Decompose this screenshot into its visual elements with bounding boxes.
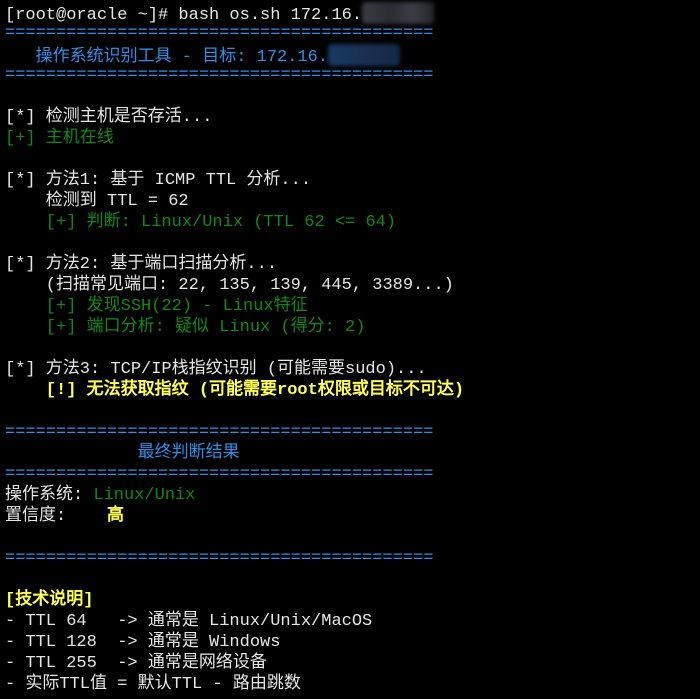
terminal-line: [+] 发现SSH(22) - Linux特征 — [5, 296, 464, 317]
terminal-line: [*] 方法1: 基于 ICMP TTL 分析... — [5, 170, 464, 191]
terminal-text: Linux/Unix — [93, 486, 196, 505]
terminal-text: ========================================… — [5, 549, 434, 568]
terminal-text: [技术说明] — [5, 591, 94, 610]
terminal-text: 置信度: — [5, 507, 108, 526]
terminal-line: [*] 方法3: TCP/IP栈指纹识别 (可能需要sudo)... — [5, 359, 464, 380]
terminal-line: 最终判断结果 — [5, 443, 464, 464]
terminal-text: ========================================… — [5, 465, 434, 484]
terminal-line: ========================================… — [5, 65, 464, 86]
terminal-text: 操作系统: — [5, 486, 94, 505]
terminal-line: - TTL 128 -> 通常是 Windows — [5, 632, 464, 653]
terminal-text: (扫描常见端口: 22, 135, 139, 445, 3389...) — [5, 276, 454, 295]
terminal-text: [*] 方法3: TCP/IP栈指纹识别 (可能需要sudo)... — [5, 360, 427, 379]
terminal-text: [+] 端口分析: 疑似 Linux (得分: 2) — [5, 318, 366, 337]
terminal-line: [root@oracle ~]# bash os.sh 172.16. — [5, 2, 464, 25]
terminal-line: 检测到 TTL = 62 — [5, 191, 464, 212]
terminal-text: - TTL 128 -> 通常是 Windows — [5, 633, 281, 652]
terminal-text: ========================================… — [5, 423, 434, 442]
terminal-line: ========================================… — [5, 422, 464, 443]
redacted-ip-block — [328, 44, 401, 66]
terminal-line: ========================================… — [5, 23, 464, 44]
terminal-line: [*] 检测主机是否存活... — [5, 107, 464, 128]
terminal-line: - TTL 255 -> 通常是网络设备 — [5, 653, 464, 674]
terminal-line: [+] 主机在线 — [5, 128, 464, 149]
terminal-line: [!] 无法获取指纹 (可能需要root权限或目标不可达) — [5, 380, 464, 401]
terminal-text: [+] 主机在线 — [5, 129, 114, 148]
terminal-text: 检测到 TTL = 62 — [5, 192, 189, 211]
redacted-ip-block — [362, 2, 435, 24]
terminal-text: 高 — [107, 507, 125, 526]
terminal-text: [!] 无法获取指纹 (可能需要root权限或目标不可达) — [5, 381, 465, 400]
terminal-text: ========================================… — [5, 66, 434, 85]
terminal-line: 操作系统: Linux/Unix — [5, 485, 464, 506]
terminal-line: 置信度: 高 — [5, 506, 464, 527]
terminal-text: [*] 检测主机是否存活... — [5, 108, 213, 127]
terminal-text: - 实际TTL值 = 默认TTL - 路由跳数 — [5, 675, 301, 694]
terminal-text: [+] 判断: Linux/Unix (TTL 62 <= 64) — [5, 213, 397, 232]
terminal-line: ========================================… — [5, 464, 464, 485]
terminal-line: (扫描常见端口: 22, 135, 139, 445, 3389...) — [5, 275, 464, 296]
terminal-line: ========================================… — [5, 548, 464, 569]
terminal-line: - 实际TTL值 = 默认TTL - 路由跳数 — [5, 674, 464, 695]
terminal-text: 最终判断结果 — [5, 444, 240, 463]
terminal-text: [*] 方法2: 基于端口扫描分析... — [5, 255, 278, 274]
terminal-line: 操作系统识别工具 - 目标: 172.16. — [5, 44, 464, 67]
terminal-line: [*] 方法2: 基于端口扫描分析... — [5, 254, 464, 275]
terminal-text: - TTL 64 -> 通常是 Linux/Unix/MacOS — [5, 612, 373, 631]
terminal-text: ========================================… — [5, 24, 434, 43]
terminal-text: - TTL 255 -> 通常是网络设备 — [5, 654, 267, 673]
terminal-text: [*] 方法1: 基于 ICMP TTL 分析... — [5, 171, 312, 190]
terminal-line: [+] 端口分析: 疑似 Linux (得分: 2) — [5, 317, 464, 338]
terminal-text: [*] ... — [5, 0, 76, 1]
terminal-line: [+] 判断: Linux/Unix (TTL 62 <= 64) — [5, 212, 464, 233]
terminal-text: [+] 发现SSH(22) - Linux特征 — [5, 297, 308, 316]
terminal-output: [*] ...[root@oracle ~]# bash os.sh 172.1… — [5, 0, 464, 695]
terminal-line: [技术说明] — [5, 590, 464, 611]
terminal-line: - TTL 64 -> 通常是 Linux/Unix/MacOS — [5, 611, 464, 632]
